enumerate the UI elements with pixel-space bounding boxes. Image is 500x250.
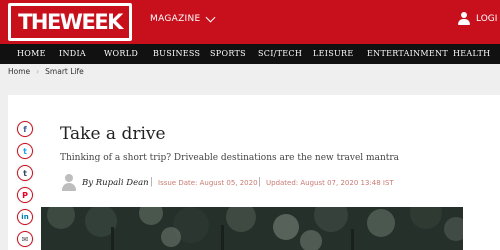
updated-date: Updated: August 07, 2020 13:48 IST [266,179,394,187]
forest-photo [41,207,463,250]
nav-item-business[interactable]: BUSINESS [153,49,200,58]
breadcrumb-smart-life[interactable]: Smart Life [45,67,84,76]
facebook-icon[interactable]: f [17,121,33,137]
issue-date: Issue Date: August 05, 2020 [158,179,258,187]
meta-divider: | [258,177,262,187]
site-logo[interactable]: THEWEEK [8,3,132,41]
main-nav: HOME INDIA WORLD BUSINESS SPORTS SCI/TEC… [0,44,500,64]
user-icon[interactable] [458,12,470,26]
magazine-dropdown[interactable]: MAGAZINE [150,12,215,24]
author-avatar [62,174,76,192]
email-icon[interactable]: ✉ [17,231,33,247]
nav-item-india[interactable]: INDIA [59,49,86,58]
pinterest-icon[interactable]: P [17,187,33,203]
breadcrumb: Home › Smart Life [8,67,84,76]
twitter-icon[interactable]: t [17,143,33,159]
author-byline[interactable]: By Rupali Dean [82,178,149,188]
article-title: Take a drive [60,124,166,144]
tumblr-icon[interactable]: t [17,165,33,181]
nav-item-health[interactable]: HEALTH [453,49,490,58]
nav-item-world[interactable]: WORLD [104,49,138,58]
nav-item-entertainment[interactable]: ENTERTAINMENT [367,49,448,58]
linkedin-icon[interactable]: in [17,209,33,225]
top-bar: THEWEEK MAGAZINE LOGI [0,0,500,44]
login-link[interactable]: LOGI [476,14,497,24]
breadcrumb-home[interactable]: Home [8,67,30,76]
nav-item-scitech[interactable]: SCI/TECH [258,49,302,58]
nav-item-sports[interactable]: SPORTS [210,49,246,58]
article-hero-image [41,207,463,250]
meta-divider: | [150,177,154,187]
article-subtitle: Thinking of a short trip? Driveable dest… [60,153,400,163]
magazine-label: MAGAZINE [150,14,201,24]
nav-item-leisure[interactable]: LEISURE [313,49,354,58]
nav-item-home[interactable]: HOME [17,49,46,58]
chevron-down-icon [205,12,215,22]
breadcrumb-separator: › [36,67,40,76]
